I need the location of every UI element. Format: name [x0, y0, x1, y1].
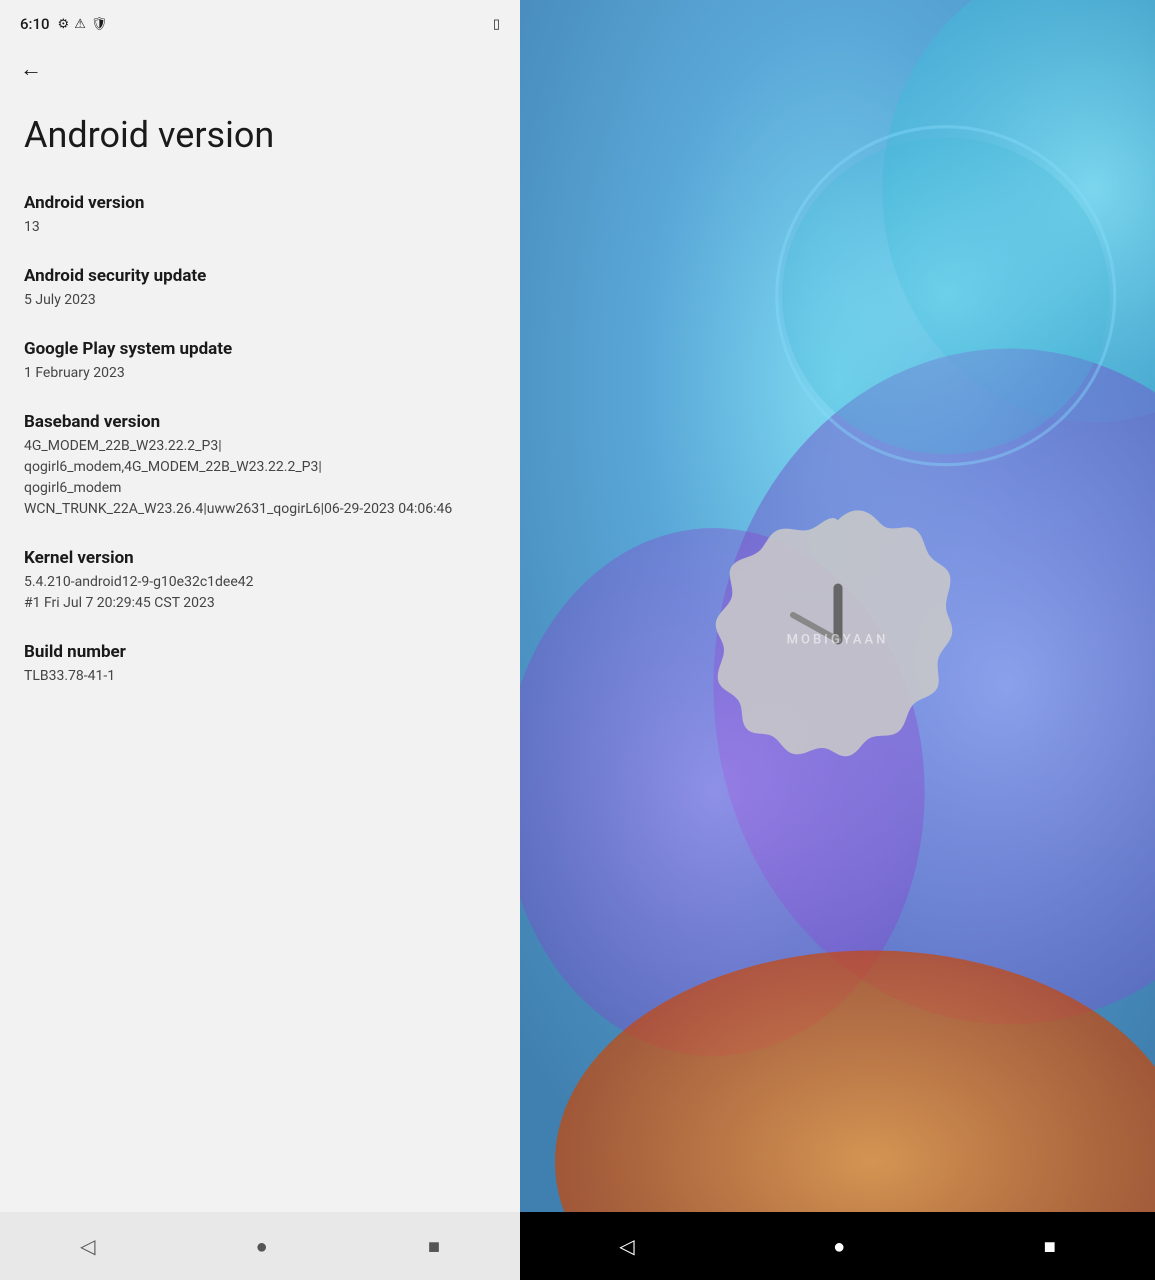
nav-recent-button[interactable]: ■ [428, 1234, 440, 1259]
back-button[interactable]: ← [20, 56, 42, 82]
build-number-value: TLB33.78-41-1 [24, 666, 496, 687]
status-icons: ⚙ ⚠ 🛡 [58, 17, 108, 32]
main-content: Android version Android version 13 Andro… [0, 94, 520, 1212]
battery-icon: ▯ [493, 17, 500, 32]
build-number-label: Build number [24, 642, 496, 662]
left-panel: 6:10 ⚙ ⚠ 🛡 ▯ ← Android version Android v… [0, 0, 520, 1280]
kernel-section: Kernel version 5.4.210-android12-9-g10e3… [24, 548, 496, 614]
play-system-update-label: Google Play system update [24, 339, 496, 359]
kernel-label: Kernel version [24, 548, 496, 568]
battery-symbol: ▯ [493, 17, 500, 32]
right-nav-home-button[interactable]: ● [833, 1234, 845, 1259]
play-system-update-value: 1 February 2023 [24, 363, 496, 384]
kernel-value: 5.4.210-android12-9-g10e32c1dee42 #1 Fri… [24, 572, 496, 614]
android-version-section: Android version 13 [24, 193, 496, 238]
right-nav-bar: ◁ ● ■ [520, 1212, 1155, 1280]
android-version-value: 13 [24, 217, 496, 238]
warning-icon: ⚠ [74, 17, 86, 32]
status-time: 6:10 [20, 15, 50, 33]
security-update-label: Android security update [24, 266, 496, 286]
watermark: MOBIGYAAN [787, 633, 889, 648]
security-update-section: Android security update 5 July 2023 [24, 266, 496, 311]
android-version-label: Android version [24, 193, 496, 213]
right-nav-recent-button[interactable]: ■ [1044, 1234, 1056, 1259]
security-update-value: 5 July 2023 [24, 290, 496, 311]
left-nav-bar: ◁ ● ■ [0, 1212, 520, 1280]
right-panel: MOBIGYAAN ◁ ● ■ [520, 0, 1155, 1280]
right-nav-back-button[interactable]: ◁ [619, 1234, 634, 1258]
back-button-row: ← [0, 44, 520, 94]
baseband-value: 4G_MODEM_22B_W23.22.2_P3| qogirl6_modem,… [24, 436, 496, 520]
nav-home-button[interactable]: ● [256, 1234, 268, 1259]
status-left: 6:10 ⚙ ⚠ 🛡 [20, 15, 107, 33]
build-number-section: Build number TLB33.78-41-1 [24, 642, 496, 687]
page-title: Android version [24, 114, 496, 157]
settings-icon: ⚙ [58, 17, 70, 32]
nav-back-button[interactable]: ◁ [80, 1234, 95, 1258]
play-system-update-section: Google Play system update 1 February 202… [24, 339, 496, 384]
shield-icon: 🛡 [91, 17, 108, 32]
baseband-section: Baseband version 4G_MODEM_22B_W23.22.2_P… [24, 412, 496, 520]
baseband-label: Baseband version [24, 412, 496, 432]
status-bar: 6:10 ⚙ ⚠ 🛡 ▯ [0, 0, 520, 44]
